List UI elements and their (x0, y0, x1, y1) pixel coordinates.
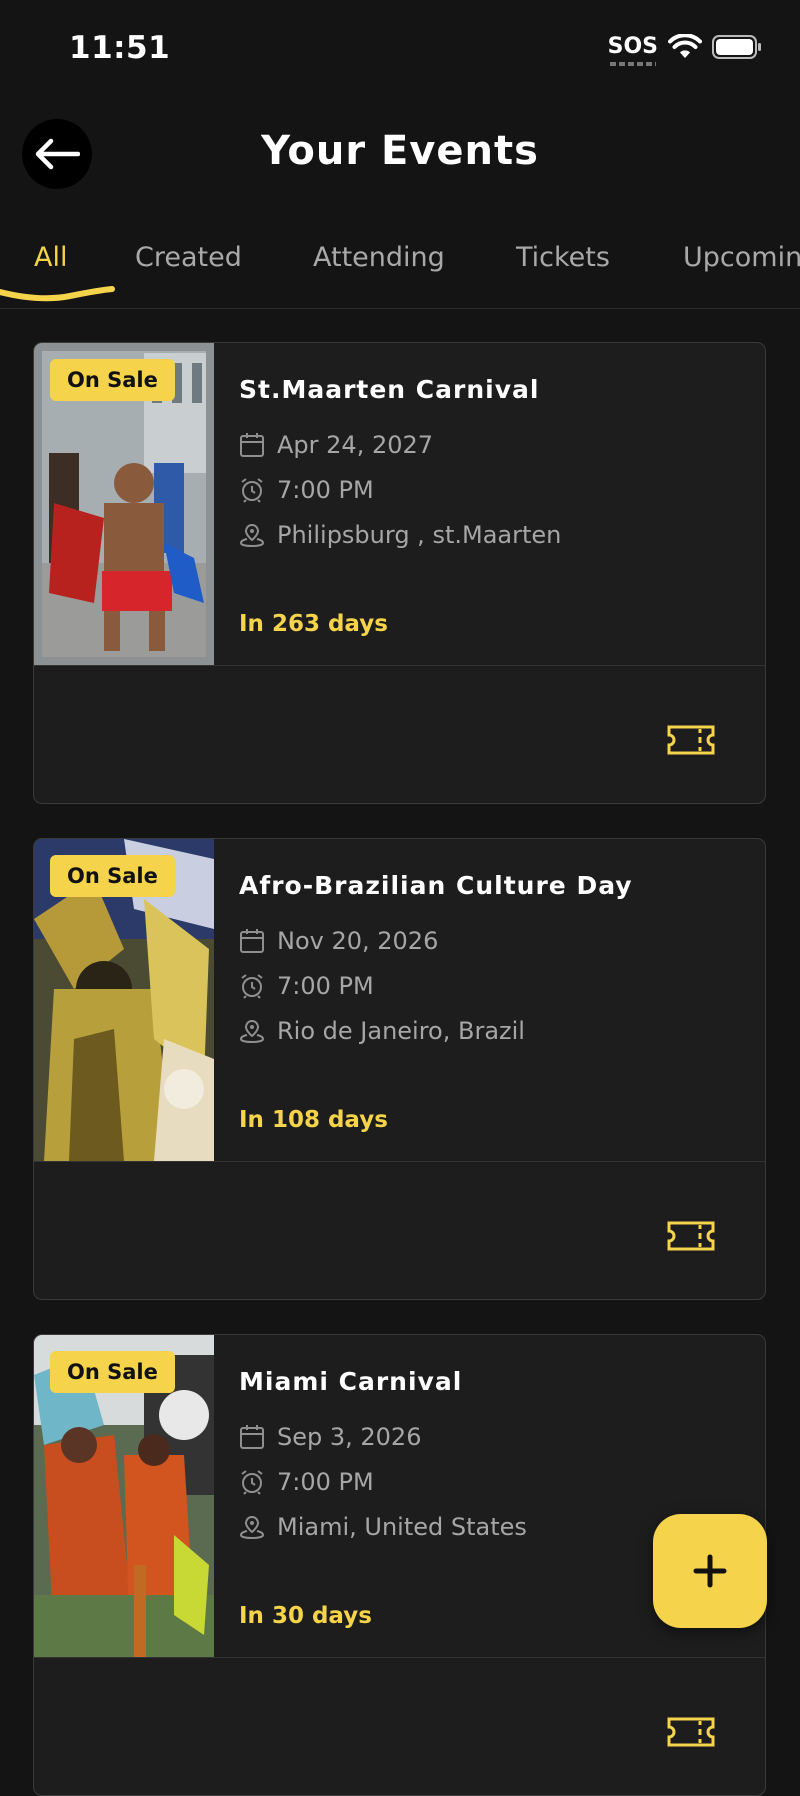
tab-all[interactable]: All (34, 242, 67, 273)
calendar-icon (240, 433, 264, 457)
event-time-row: 7:00 PM (239, 972, 374, 1000)
status-time: 11:51 (69, 30, 171, 66)
event-location-row: Philipsburg , st.Maarten (239, 521, 561, 549)
event-title: Afro-Brazilian Culture Day (239, 871, 633, 900)
tab-upcoming[interactable]: Upcoming (683, 242, 800, 273)
alarm-clock-icon (241, 974, 263, 999)
calendar-icon (240, 1425, 264, 1449)
tab-bar: All Created Attending Tickets Upcoming (0, 236, 800, 309)
event-location: Rio de Janeiro, Brazil (277, 1017, 525, 1045)
event-date-row: Nov 20, 2026 (239, 927, 438, 955)
event-date-row: Apr 24, 2027 (239, 431, 433, 459)
event-card-body: On Sale St.Maarten Carnival Apr 24, 2027… (34, 343, 765, 666)
event-countdown: In 263 days (239, 611, 388, 637)
event-countdown: In 108 days (239, 1107, 388, 1133)
event-location-row: Rio de Janeiro, Brazil (239, 1017, 525, 1045)
event-card[interactable]: On Sale St.Maarten Carnival Apr 24, 2027… (33, 342, 766, 804)
ticket-icon[interactable] (667, 1717, 715, 1747)
header: Your Events (0, 110, 800, 200)
event-title: Miami Carnival (239, 1367, 463, 1396)
event-date: Apr 24, 2027 (277, 431, 434, 459)
event-time: 7:00 PM (277, 1468, 374, 1496)
tab-tickets[interactable]: Tickets (516, 242, 610, 273)
alarm-clock-icon (241, 478, 263, 503)
event-card[interactable]: On Sale Afro-Brazilian Culture Day Nov 2… (33, 838, 766, 1300)
location-pin-icon (239, 523, 265, 548)
event-time-row: 7:00 PM (239, 1468, 374, 1496)
event-location: Philipsburg , st.Maarten (277, 521, 562, 549)
tab-attending[interactable]: Attending (313, 242, 445, 273)
tab-created[interactable]: Created (135, 242, 242, 273)
alarm-clock-icon (241, 1470, 263, 1495)
battery-icon (712, 35, 761, 59)
calendar-icon (240, 929, 264, 953)
status-icons: SOS (607, 34, 762, 66)
location-pin-icon (239, 1515, 265, 1540)
event-card-body: On Sale Afro-Brazilian Culture Day Nov 2… (34, 839, 765, 1162)
page-title: Your Events (261, 128, 539, 174)
plus-icon (693, 1554, 727, 1588)
ticket-icon[interactable] (667, 1221, 715, 1251)
ticket-icon[interactable] (667, 725, 715, 755)
sos-indicator: SOS (607, 34, 658, 66)
event-countdown: In 30 days (239, 1603, 372, 1629)
event-location: Miami, United States (277, 1513, 527, 1541)
active-tab-indicator (0, 286, 115, 302)
status-badge: On Sale (50, 359, 175, 401)
event-location-row: Miami, United States (239, 1513, 527, 1541)
wifi-icon (668, 34, 702, 58)
status-badge: On Sale (50, 1351, 175, 1393)
event-date-row: Sep 3, 2026 (239, 1423, 421, 1451)
add-event-button[interactable] (653, 1514, 767, 1628)
status-bar: 11:51 SOS (0, 0, 800, 100)
event-date: Nov 20, 2026 (277, 927, 439, 955)
status-badge: On Sale (50, 855, 175, 897)
event-time-row: 7:00 PM (239, 476, 374, 504)
location-pin-icon (239, 1019, 265, 1044)
event-title: St.Maarten Carnival (239, 375, 540, 404)
event-time: 7:00 PM (277, 972, 374, 1000)
event-date: Sep 3, 2026 (277, 1423, 422, 1451)
event-time: 7:00 PM (277, 476, 374, 504)
